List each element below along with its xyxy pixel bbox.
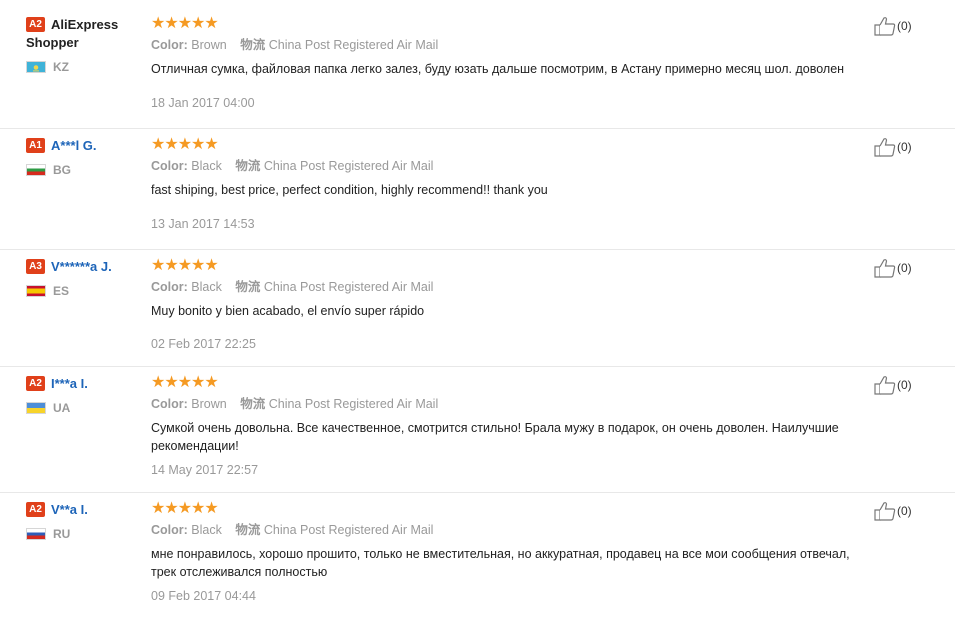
- color-label: Color:: [151, 159, 188, 173]
- review-meta: Color: Black 物流 China Post Registered Ai…: [151, 522, 851, 538]
- shipping-value: China Post Registered Air Mail: [268, 38, 439, 52]
- reviewer-country: UA: [26, 401, 146, 415]
- reviewer-info: A3 V******a J. ES: [26, 258, 146, 298]
- shipping-label: 物流: [235, 280, 261, 294]
- color-value: Black: [191, 280, 222, 294]
- color-value: Brown: [191, 38, 227, 52]
- shipping-label: 物流: [235, 523, 261, 537]
- shipping-value: China Post Registered Air Mail: [263, 523, 434, 537]
- review-meta: Color: Brown 物流 China Post Registered Ai…: [151, 37, 851, 53]
- helpful-button[interactable]: (0): [874, 373, 912, 395]
- flag-ru-icon: [26, 528, 46, 540]
- helpful-count: (0): [897, 260, 912, 275]
- color-label: Color:: [151, 397, 188, 411]
- reviewer-country: ES: [26, 284, 146, 298]
- thumbs-up-icon: [874, 501, 896, 521]
- thumbs-up-icon: [874, 137, 896, 157]
- review-body: ★★★★★ Color: Black 物流 China Post Registe…: [151, 136, 851, 232]
- flag-kz-icon: [26, 61, 46, 73]
- helpful-count: (0): [897, 377, 912, 392]
- color-label: Color:: [151, 523, 188, 537]
- helpful-button[interactable]: (0): [874, 14, 912, 36]
- color-label: Color:: [151, 38, 188, 52]
- star-rating: ★★★★★: [151, 500, 219, 517]
- review-text: мне понравилось, хорошо прошито, только …: [151, 547, 850, 579]
- review-body: ★★★★★ Color: Black 物流 China Post Registe…: [151, 500, 851, 604]
- review-text: Отличная сумка, файловая папка легко зал…: [151, 62, 845, 76]
- review-text: fast shiping, best price, perfect condit…: [151, 183, 548, 197]
- star-rating: ★★★★★: [151, 374, 219, 391]
- shipping-label: 物流: [240, 38, 266, 52]
- color-value: Black: [191, 159, 222, 173]
- review-date: 18 Jan 2017 04:00: [151, 96, 255, 110]
- helpful-count: (0): [897, 18, 912, 33]
- flag-ua-icon: [26, 402, 46, 414]
- shipping-label: 物流: [240, 397, 266, 411]
- thumbs-up-icon: [874, 16, 896, 36]
- color-value: Brown: [191, 397, 227, 411]
- buyer-level-badge: A3: [26, 259, 45, 274]
- review-item: A2 AliExpress Shopper KZ ★★★★★ Color: Bro…: [0, 16, 955, 129]
- reviewer-country: BG: [26, 163, 146, 177]
- star-rating: ★★★★★: [151, 15, 219, 32]
- review-date: 02 Feb 2017 22:25: [151, 337, 256, 351]
- country-code: BG: [53, 163, 71, 177]
- reviewer-info: A2 I***a I. UA: [26, 375, 146, 415]
- review-item: A3 V******a J. ES ★★★★★ Color: Black 物流 C…: [0, 258, 955, 367]
- buyer-level-badge: A1: [26, 138, 45, 153]
- shipping-value: China Post Registered Air Mail: [263, 159, 434, 173]
- buyer-level-badge: A2: [26, 376, 45, 391]
- shipping-value: China Post Registered Air Mail: [263, 280, 434, 294]
- review-meta: Color: Brown 物流 China Post Registered Ai…: [151, 396, 851, 412]
- reviewer-info: A1 A***l G. BG: [26, 137, 146, 177]
- helpful-count: (0): [897, 139, 912, 154]
- shipping-label: 物流: [235, 159, 261, 173]
- country-code: ES: [53, 284, 70, 298]
- buyer-level-badge: A2: [26, 17, 45, 32]
- helpful-count: (0): [897, 503, 912, 518]
- helpful-button[interactable]: (0): [874, 135, 912, 157]
- review-meta: Color: Black 物流 China Post Registered Ai…: [151, 158, 851, 174]
- thumbs-up-icon: [874, 375, 896, 395]
- reviewer-name[interactable]: I***a I.: [51, 376, 88, 391]
- star-rating: ★★★★★: [151, 257, 219, 274]
- shipping-value: China Post Registered Air Mail: [268, 397, 439, 411]
- country-code: KZ: [53, 60, 69, 74]
- review-item: A1 A***l G. BG ★★★★★ Color: Black 物流 Chin…: [0, 137, 955, 250]
- reviewer-name[interactable]: A***l G.: [51, 138, 97, 153]
- color-value: Black: [191, 523, 222, 537]
- reviewer-info: A2 V**a I. RU: [26, 501, 146, 541]
- review-item: A2 I***a I. UA ★★★★★ Color: Brown 物流 Chin…: [0, 375, 955, 493]
- flag-es-icon: [26, 285, 46, 297]
- buyer-level-badge: A2: [26, 502, 45, 517]
- color-label: Color:: [151, 280, 188, 294]
- star-rating: ★★★★★: [151, 136, 219, 153]
- review-body: ★★★★★ Color: Brown 物流 China Post Registe…: [151, 374, 851, 478]
- review-item: A2 V**a I. RU ★★★★★ Color: Black 物流 China…: [0, 501, 955, 611]
- review-body: ★★★★★ Color: Brown 物流 China Post Registe…: [151, 15, 851, 111]
- review-body: ★★★★★ Color: Black 物流 China Post Registe…: [151, 257, 851, 352]
- review-meta: Color: Black 物流 China Post Registered Ai…: [151, 279, 851, 295]
- reviewer-info: A2 AliExpress Shopper KZ: [26, 16, 146, 74]
- reviewer-country: KZ: [26, 60, 146, 74]
- country-code: RU: [53, 527, 71, 541]
- reviewer-name[interactable]: V**a I.: [51, 502, 88, 517]
- review-text: Сумкой очень довольна. Все качественное,…: [151, 421, 839, 453]
- flag-bg-icon: [26, 164, 46, 176]
- country-code: UA: [53, 401, 71, 415]
- review-date: 09 Feb 2017 04:44: [151, 589, 256, 603]
- review-date: 13 Jan 2017 14:53: [151, 217, 255, 231]
- helpful-button[interactable]: (0): [874, 499, 912, 521]
- helpful-button[interactable]: (0): [874, 256, 912, 278]
- reviewer-country: RU: [26, 527, 146, 541]
- review-text: Muy bonito y bien acabado, el envío supe…: [151, 304, 425, 318]
- review-date: 14 May 2017 22:57: [151, 463, 259, 477]
- reviewer-name[interactable]: V******a J.: [51, 259, 112, 274]
- thumbs-up-icon: [874, 258, 896, 278]
